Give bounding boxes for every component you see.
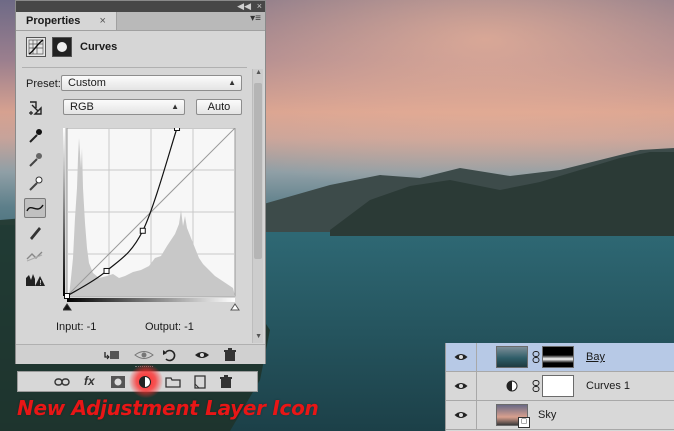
divider — [476, 343, 477, 371]
new-layer-icon[interactable] — [192, 375, 208, 389]
visibility-eye-icon[interactable] — [454, 380, 468, 392]
smooth-icon[interactable] — [24, 246, 46, 266]
output-gradient-bar — [63, 128, 65, 296]
visibility-eye-icon[interactable] — [454, 409, 468, 421]
layer-row-bay[interactable]: Bay — [446, 343, 674, 372]
layer-name[interactable]: Bay — [586, 351, 605, 363]
adjustment-header: Curves — [26, 37, 256, 59]
eyedropper-gray-icon[interactable] — [24, 150, 46, 170]
curves-adjustment-icon[interactable] — [26, 37, 46, 57]
eyedropper-black-icon[interactable] — [24, 126, 46, 146]
preset-label: Preset: — [26, 78, 61, 90]
tab-label: Properties — [26, 15, 81, 27]
layers-list: Bay Curves 1 ▢ Sky — [445, 343, 674, 431]
channel-dropdown[interactable]: RGB ▲ — [63, 99, 185, 115]
output-value: -1 — [184, 321, 194, 333]
curve-points-icon[interactable] — [24, 198, 46, 218]
scrollbar-thumb[interactable] — [254, 83, 262, 259]
panel-header-title: Curves — [80, 41, 118, 53]
preset-dropdown[interactable]: Custom ▲ — [61, 75, 242, 91]
layer-thumbnail[interactable] — [496, 346, 528, 368]
layer-name[interactable]: Curves 1 — [586, 380, 630, 392]
channel-value: RGB — [70, 101, 94, 113]
preset-value: Custom — [68, 77, 106, 89]
folder-icon[interactable] — [165, 375, 181, 389]
svg-text:!: ! — [39, 279, 42, 287]
panel-menu-icon[interactable]: ▾≡ — [250, 13, 261, 24]
layer-row-curves[interactable]: Curves 1 — [446, 372, 674, 401]
tab-properties[interactable]: Properties × — [16, 12, 117, 30]
tab-close-icon[interactable]: × — [99, 15, 105, 27]
clipping-warning-icon[interactable]: ! — [24, 270, 46, 290]
mask-link-icon[interactable] — [532, 380, 540, 392]
input-label: Input: — [56, 321, 84, 333]
curve-control-point[interactable] — [174, 128, 181, 131]
panel-bottom-bar — [16, 344, 265, 364]
layers-panel-footer: fx — [17, 364, 258, 398]
curve-control-point[interactable] — [64, 293, 70, 299]
layer-row-sky[interactable]: ▢ Sky — [446, 401, 674, 430]
layer-name[interactable]: Sky — [538, 409, 556, 421]
layer-mask-thumbnail[interactable] — [542, 346, 574, 368]
layer-mask-icon[interactable] — [52, 37, 72, 57]
clip-to-layer-icon[interactable] — [104, 348, 120, 362]
curve-control-point[interactable] — [103, 267, 110, 274]
auto-button[interactable]: Auto — [196, 99, 242, 115]
annotation-caption: New Adjustment Layer Icon — [17, 396, 319, 420]
curves-graph[interactable] — [63, 128, 241, 318]
updown-arrows-icon: ▲ — [171, 102, 179, 111]
trash-icon[interactable] — [222, 348, 238, 362]
eyedropper-white-icon[interactable] — [24, 174, 46, 194]
reset-icon[interactable] — [162, 348, 178, 362]
panel-tabs: Properties × ▾≡ — [16, 12, 265, 31]
divider — [476, 372, 477, 400]
on-image-adjust-icon[interactable] — [26, 99, 48, 119]
adjustment-layer-icon[interactable] — [137, 375, 153, 389]
properties-panel: ◀◀ × Properties × ▾≡ Curves Preset: Cust… — [15, 0, 266, 364]
scroll-up-icon[interactable]: ▲ — [255, 69, 262, 76]
scroll-down-icon[interactable]: ▼ — [255, 333, 262, 340]
input-value: -1 — [86, 321, 97, 333]
visibility-icon[interactable] — [194, 348, 210, 362]
updown-arrows-icon: ▲ — [228, 78, 236, 87]
smart-object-icon: ▢ — [518, 417, 530, 428]
collapse-icon[interactable]: ◀◀ — [237, 1, 251, 11]
panel-titlebar[interactable]: ◀◀ × — [16, 1, 265, 12]
fx-icon[interactable]: fx — [84, 374, 95, 388]
white-point-slider[interactable] — [230, 303, 240, 311]
divider — [22, 67, 247, 68]
output-readout: Output: -1 — [145, 321, 194, 333]
mask-icon[interactable] — [110, 375, 126, 389]
output-label: Output: — [145, 321, 182, 333]
trash-icon[interactable] — [218, 375, 234, 389]
curve-control-point[interactable] — [139, 227, 146, 234]
adjustment-layer-icon — [506, 380, 518, 395]
black-point-slider[interactable] — [63, 303, 72, 311]
visibility-eye-icon[interactable] — [454, 351, 468, 363]
input-readout: Input: -1 — [56, 321, 96, 333]
mask-link-icon[interactable] — [532, 351, 540, 363]
close-panel-icon[interactable]: × — [257, 1, 262, 11]
pencil-icon[interactable] — [24, 222, 46, 242]
input-gradient-bar — [67, 298, 235, 302]
view-previous-icon[interactable] — [134, 348, 154, 362]
divider — [476, 401, 477, 429]
link-icon[interactable] — [54, 375, 70, 389]
layer-mask-thumbnail[interactable] — [542, 375, 574, 397]
